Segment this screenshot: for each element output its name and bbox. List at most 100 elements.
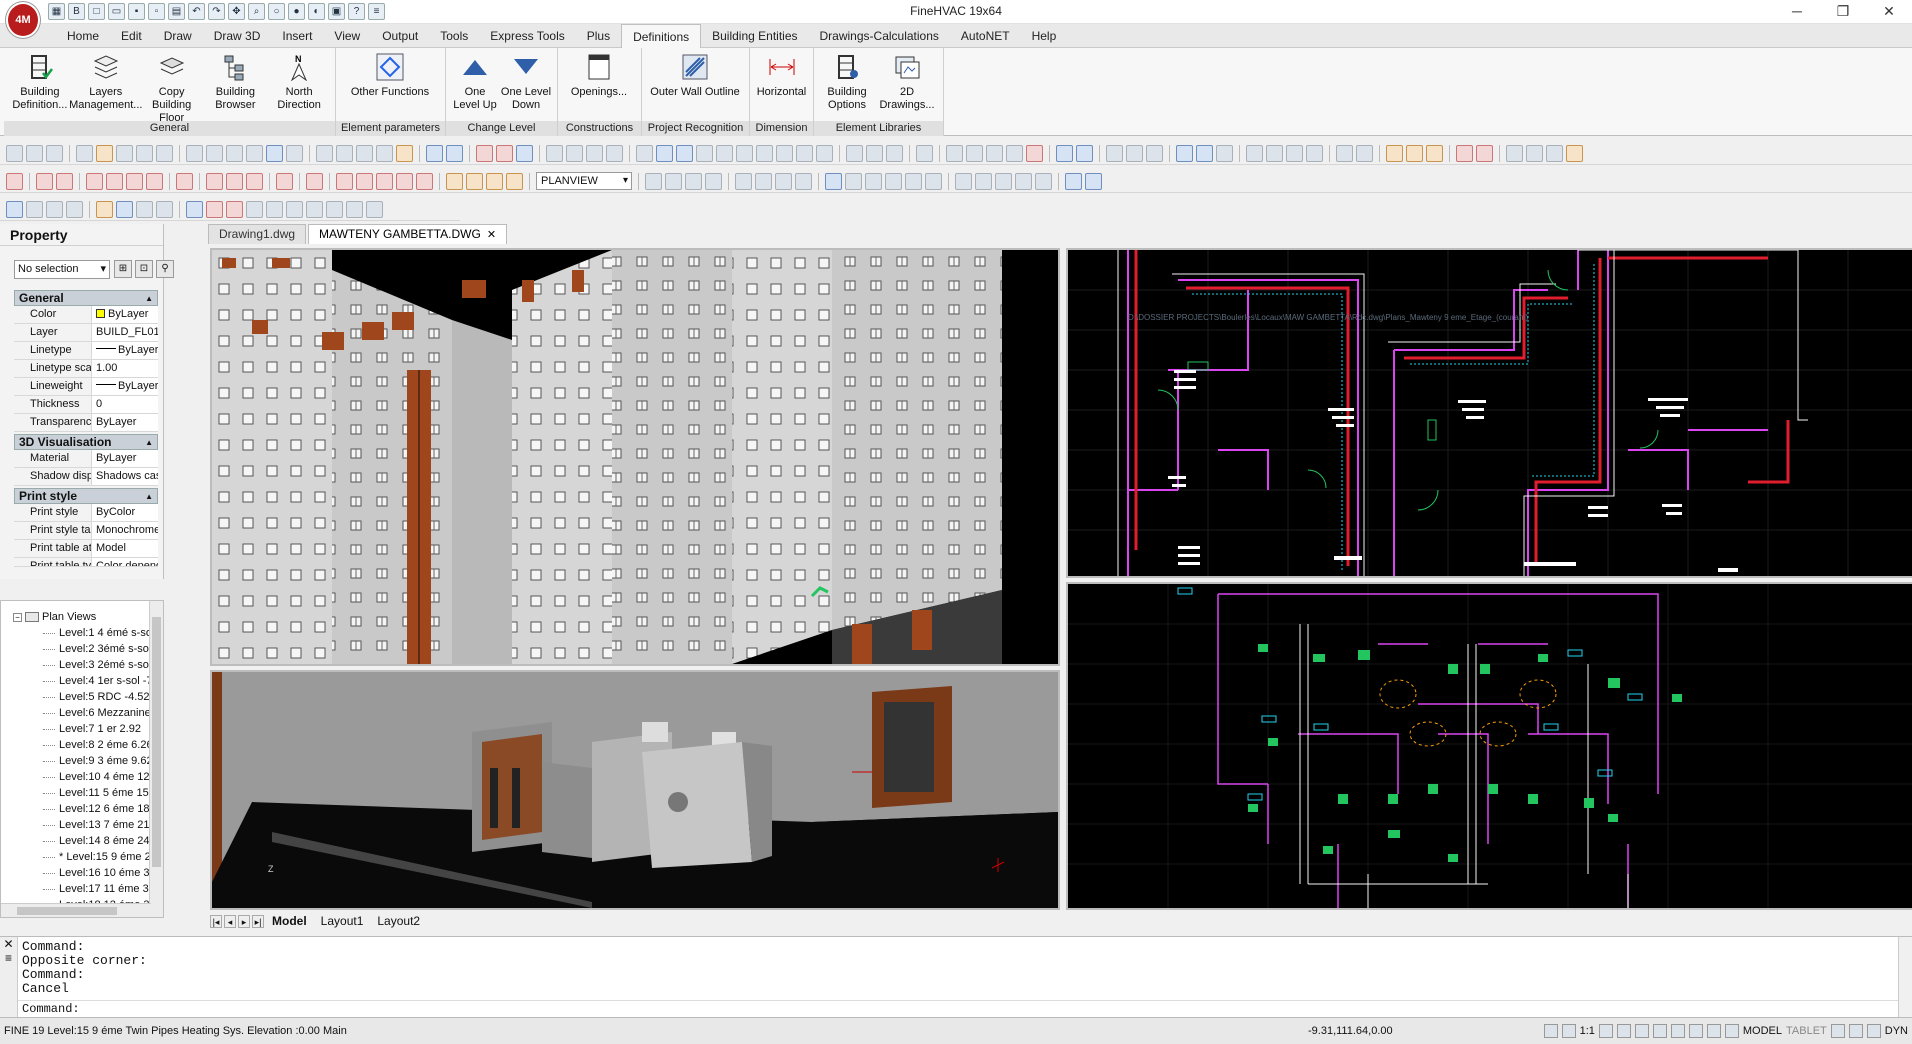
publish-icon[interactable]	[246, 144, 263, 162]
command-input[interactable]: Command:	[18, 1000, 1898, 1017]
text-icon[interactable]	[656, 144, 673, 162]
save-all-icon[interactable]	[156, 144, 173, 162]
library-icon[interactable]	[865, 172, 882, 190]
cross-icon[interactable]	[286, 200, 303, 218]
tree-level-item[interactable]: Level:11 5 éme 15.7	[1, 785, 163, 801]
tab-output[interactable]: Output	[371, 24, 429, 48]
new-file-icon[interactable]: □	[88, 3, 105, 20]
building-3d-icon[interactable]	[96, 200, 113, 218]
rotate-icon[interactable]	[886, 144, 903, 162]
text-a-icon[interactable]	[366, 200, 383, 218]
model-toggle[interactable]: MODEL	[1743, 1018, 1782, 1044]
erase-icon[interactable]	[496, 144, 513, 162]
mirror-icon[interactable]	[986, 144, 1003, 162]
layout-tab-layout1[interactable]: Layout1	[315, 914, 370, 928]
arc-wall-icon[interactable]	[146, 172, 163, 190]
pan-icon[interactable]: ✥	[228, 3, 245, 20]
plot-icon[interactable]: ▣	[328, 3, 345, 20]
viewport-3d-interior[interactable]: Z	[210, 670, 1060, 910]
save-icon[interactable]	[116, 144, 133, 162]
ortho-icon[interactable]	[1634, 1024, 1649, 1038]
tree-level-item[interactable]: Level:13 7 éme 21.7	[1, 817, 163, 833]
paste-special-icon[interactable]	[376, 144, 393, 162]
paste-icon[interactable]	[356, 144, 373, 162]
scale-readout[interactable]: 1:1	[1580, 1018, 1595, 1044]
explode-icon[interactable]	[1246, 144, 1263, 162]
insert-block-icon[interactable]	[816, 144, 833, 162]
doc-tab-drawing1[interactable]: Drawing1.dwg	[208, 224, 307, 244]
circle-target-icon[interactable]	[176, 172, 193, 190]
tree-level-item[interactable]: Level:10 4 éme 12.6	[1, 769, 163, 785]
tab-home[interactable]: Home	[56, 24, 110, 48]
property-row[interactable]: Linetype scale1.00	[14, 360, 158, 378]
ellipse-icon[interactable]	[716, 144, 733, 162]
open-folder-icon[interactable]: ▭	[108, 3, 125, 20]
property-row[interactable]: LayerBUILD_FL01...	[14, 324, 158, 342]
tree-level-item[interactable]: Level:3 2émé s-sol -1	[1, 657, 163, 673]
scroll-thumb[interactable]	[152, 617, 161, 867]
crosshair-icon[interactable]	[1724, 1024, 1739, 1038]
split-view-icon[interactable]	[735, 172, 752, 190]
stretch-icon[interactable]	[1196, 144, 1213, 162]
window-tile-icon[interactable]	[1506, 144, 1523, 162]
grid-icon[interactable]	[1616, 1024, 1631, 1038]
filter-icon[interactable]: ⚲	[156, 260, 174, 278]
redo-icon[interactable]	[446, 144, 463, 162]
frame-icon[interactable]	[755, 172, 772, 190]
transform-icon[interactable]	[136, 200, 153, 218]
help-icon[interactable]	[516, 144, 533, 162]
settings-icon[interactable]	[66, 200, 83, 218]
print-icon[interactable]	[186, 144, 203, 162]
layout-tab-layout2[interactable]: Layout2	[371, 914, 426, 928]
door-element-icon[interactable]	[226, 172, 243, 190]
tree-vertical-scrollbar[interactable]	[149, 601, 163, 917]
roof-icon[interactable]	[416, 172, 433, 190]
print-view-icon[interactable]	[705, 172, 722, 190]
block-icon[interactable]	[796, 144, 813, 162]
viewport-hvac-plan[interactable]	[1066, 582, 1912, 910]
zoom-window-icon[interactable]	[866, 144, 883, 162]
extend-icon[interactable]	[1126, 144, 1143, 162]
line-icon[interactable]	[546, 144, 563, 162]
collapse-icon[interactable]: −	[13, 612, 22, 622]
curve-wall-icon[interactable]	[106, 172, 123, 190]
grid-view-icon[interactable]	[645, 172, 662, 190]
align-icon[interactable]	[1176, 144, 1193, 162]
draw-order-icon[interactable]	[1386, 144, 1403, 162]
column-icon[interactable]	[396, 172, 413, 190]
next-layout-icon[interactable]: ▸	[238, 914, 250, 928]
pipe-line-icon[interactable]	[206, 200, 223, 218]
undo-icon[interactable]: ↶	[188, 3, 205, 20]
close-command-icon[interactable]: ✕	[0, 937, 17, 951]
doc-tab-mawteny[interactable]: MAWTENY GAMBETTA.DWG ✕	[308, 224, 508, 244]
fix-icon[interactable]	[36, 172, 53, 190]
doc-icon[interactable]	[46, 144, 63, 162]
black-square-icon[interactable]	[775, 172, 792, 190]
sphere-icon[interactable]: ●	[288, 3, 305, 20]
valve-icon[interactable]	[266, 200, 283, 218]
arc-icon[interactable]	[566, 144, 583, 162]
prev-layout-icon[interactable]: ◂	[224, 914, 236, 928]
tree-level-item[interactable]: Level:4 1er s-sol -7.5	[1, 673, 163, 689]
render-icon[interactable]: ◐	[308, 3, 325, 20]
property-row[interactable]: Linetype ByLayer	[14, 342, 158, 360]
beam-icon[interactable]	[246, 172, 263, 190]
tree-level-item[interactable]: Level:17 11 éme 33.	[1, 881, 163, 897]
scroll-thumb[interactable]	[17, 907, 117, 915]
offset-icon[interactable]	[1076, 144, 1093, 162]
edit-view2-icon[interactable]	[685, 172, 702, 190]
fold-icon[interactable]	[845, 172, 862, 190]
tab-plus[interactable]: Plus	[576, 24, 621, 48]
tree-level-item[interactable]: Level:8 2 éme 6.26	[1, 737, 163, 753]
window-element-icon[interactable]	[206, 172, 223, 190]
property-row[interactable]: Lineweight ByLayer	[14, 378, 158, 396]
insert-object-icon[interactable]	[825, 172, 842, 190]
pencil-icon[interactable]	[1406, 144, 1423, 162]
tab-draw[interactable]: Draw	[153, 24, 203, 48]
lengthen-icon[interactable]	[1216, 144, 1233, 162]
room-icon[interactable]	[336, 172, 353, 190]
layer-icon[interactable]	[6, 172, 23, 190]
slab-icon[interactable]	[356, 172, 373, 190]
tree-level-item[interactable]: Level:1 4 émé s-sol -	[1, 625, 163, 641]
diagonal-line-icon[interactable]	[186, 200, 203, 218]
